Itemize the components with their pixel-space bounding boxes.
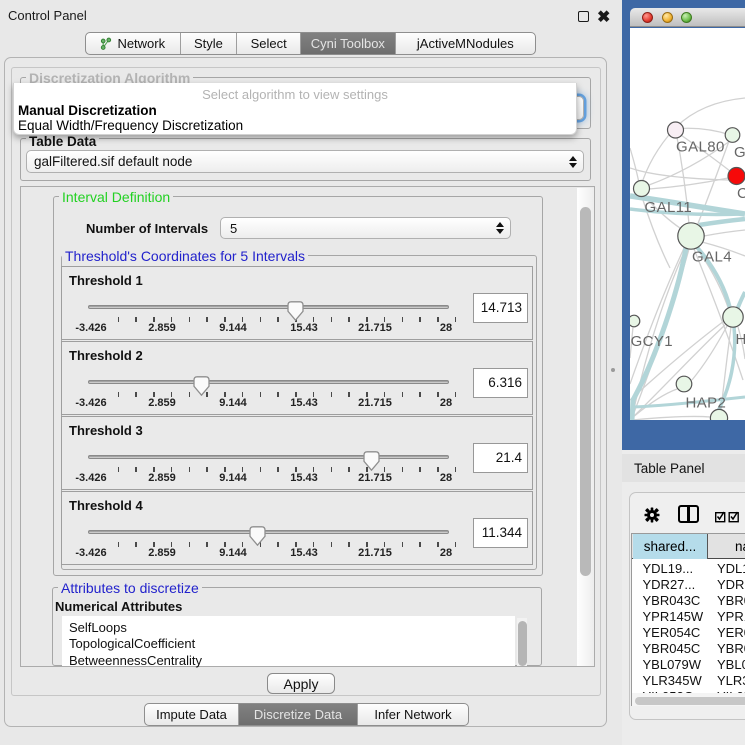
svg-text:GAL11: GAL11 [645, 199, 693, 216]
svg-text:CDC2: CDC2 [737, 185, 745, 202]
svg-text:HAP2: HAP2 [686, 395, 727, 412]
svg-text:GAL80: GAL80 [676, 139, 725, 156]
svg-text:GCY1: GCY1 [631, 333, 673, 350]
svg-text:GAL2: GAL2 [734, 144, 745, 161]
svg-text:GAL4: GAL4 [692, 249, 732, 266]
svg-text:HIS4: HIS4 [736, 331, 745, 348]
